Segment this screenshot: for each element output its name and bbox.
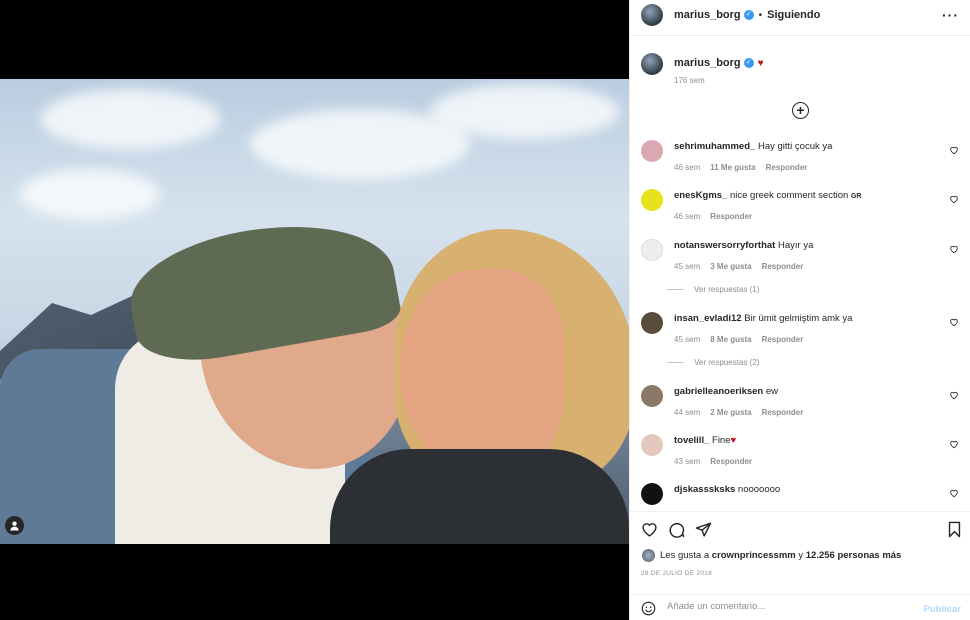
post-media-area (0, 0, 629, 620)
view-replies-button[interactable]: Ver respuestas (1) (667, 285, 759, 294)
more-options-icon[interactable]: ··· (942, 7, 959, 23)
comment-text: ew (765, 386, 779, 397)
commenter-avatar[interactable] (641, 189, 663, 211)
comment-likes[interactable]: 11 Me gusta (710, 163, 755, 172)
comments-list[interactable]: marius_borg ✓ ♥ 176 sem + sehrimuhammed_… (630, 37, 970, 511)
comment-time[interactable]: 45 sem (674, 262, 700, 271)
comment-time[interactable]: 46 sem (674, 212, 700, 221)
comment-heart-emoji: ♥ (730, 435, 737, 446)
post-header: marius_borg ✓ • Siguiendo ··· (630, 0, 970, 36)
verified-badge-icon: ✓ (743, 10, 754, 20)
caption-time: 176 sem (674, 76, 705, 85)
like-comment-heart-icon[interactable] (949, 390, 959, 400)
liker-avatar[interactable] (642, 549, 655, 562)
author-avatar[interactable] (641, 4, 663, 26)
like-comment-heart-icon[interactable] (949, 317, 959, 327)
view-replies-label: Ver respuestas (1) (694, 285, 760, 294)
load-more-comments-icon[interactable]: + (792, 102, 809, 119)
reply-button[interactable]: Responder (766, 163, 808, 172)
caption-author-username[interactable]: marius_borg (674, 57, 741, 69)
commenter-username[interactable]: gabrielleanoeriksen (674, 386, 763, 397)
likes-prefix: Les gusta a (660, 550, 710, 561)
commenter-avatar[interactable] (641, 385, 663, 407)
emoji-icon[interactable] (641, 601, 656, 616)
post-actions-bar (630, 511, 970, 541)
comment-text: nooooooo (737, 484, 781, 495)
share-paper-plane-icon[interactable] (695, 521, 712, 538)
commenter-username[interactable]: sehrimuhammed_ (674, 141, 755, 152)
caption-heart-emoji: ♥ (757, 57, 764, 69)
comment-text: Hayır ya (778, 240, 814, 251)
comment-text: Bir ümit gelmiştim amk ya (744, 313, 853, 324)
comment-text: Hay gitti çocuk ya (757, 141, 833, 152)
likes-summary: Les gusta a crownprincessmm y 12.256 per… (642, 549, 901, 562)
commenter-username[interactable]: notanswersorryforthat (674, 240, 775, 251)
post-side-panel: marius_borg ✓ • Siguiendo ··· marius_bor… (629, 0, 970, 620)
commenter-username[interactable]: djskasssksks (674, 484, 735, 495)
like-heart-icon[interactable] (641, 521, 658, 538)
post-photo[interactable] (0, 79, 629, 544)
view-replies-button[interactable]: Ver respuestas (2) (667, 358, 759, 367)
reply-button[interactable]: Responder (710, 457, 752, 466)
reply-button[interactable]: Responder (762, 408, 804, 417)
commenter-username[interactable]: tovelill_ (674, 435, 709, 446)
commenter-username[interactable]: enesKgms_ (674, 190, 727, 201)
commenter-avatar[interactable] (641, 434, 663, 456)
comment-time[interactable]: 45 sem (674, 335, 700, 344)
liker-username[interactable]: crownprincessmm (712, 550, 796, 561)
comment-input[interactable] (667, 601, 917, 612)
reply-button[interactable]: Responder (710, 212, 752, 221)
comment-time[interactable]: 43 sem (674, 457, 700, 466)
tagged-users-icon[interactable] (5, 516, 24, 535)
comment-likes[interactable]: 2 Me gusta (710, 408, 751, 417)
separator-dot: • (758, 9, 763, 21)
like-comment-heart-icon[interactable] (949, 244, 959, 254)
like-comment-heart-icon[interactable] (949, 439, 959, 449)
publish-button[interactable]: Publicar (924, 604, 962, 615)
post-date[interactable]: 28 DE JULIO DE 2018 (641, 570, 712, 577)
commenter-avatar[interactable] (641, 239, 663, 261)
comment-bubble-icon[interactable] (668, 521, 685, 538)
view-replies-label: Ver respuestas (2) (694, 358, 760, 367)
comment-likes[interactable]: 3 Me gusta (710, 262, 751, 271)
comment-likes[interactable]: 8 Me gusta (710, 335, 751, 344)
verified-badge-icon: ✓ (743, 58, 754, 68)
reply-button[interactable]: Responder (762, 262, 804, 271)
comment-time[interactable]: 46 sem (674, 163, 700, 172)
add-comment-bar: Publicar (630, 594, 970, 620)
save-bookmark-icon[interactable] (946, 521, 963, 538)
likes-count[interactable]: 12.256 personas más (806, 550, 902, 561)
commenter-avatar[interactable] (641, 140, 663, 162)
like-comment-heart-icon[interactable] (949, 488, 959, 498)
reply-button[interactable]: Responder (762, 335, 804, 344)
likes-conjunction: y (798, 550, 804, 561)
caption-author-avatar[interactable] (641, 53, 663, 75)
comment-text: Fine (712, 435, 731, 446)
comment-time[interactable]: 44 sem (674, 408, 700, 417)
like-comment-heart-icon[interactable] (949, 194, 959, 204)
commenter-avatar[interactable] (641, 483, 663, 505)
comment-text: nice greek comment section (729, 190, 849, 201)
author-username[interactable]: marius_borg (674, 9, 741, 21)
commenter-avatar[interactable] (641, 312, 663, 334)
like-comment-heart-icon[interactable] (949, 145, 959, 155)
following-button[interactable]: Siguiendo (767, 9, 820, 21)
flag-emoji-text: GR (850, 193, 862, 200)
commenter-username[interactable]: insan_evladi12 (674, 313, 742, 324)
